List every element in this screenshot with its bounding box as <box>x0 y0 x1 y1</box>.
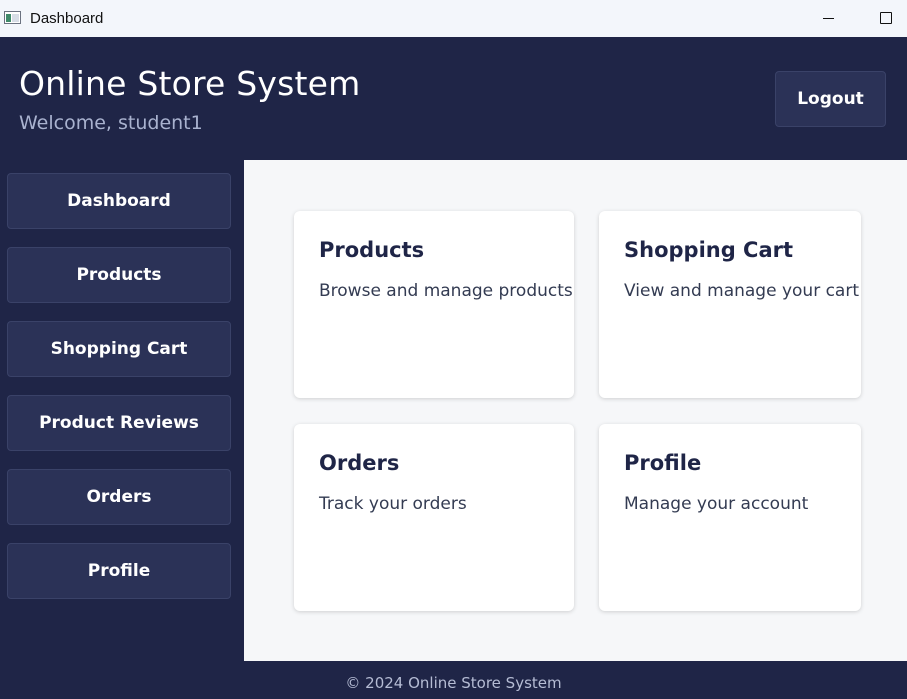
main-content: Products Browse and manage products Shop… <box>244 160 907 661</box>
welcome-message: Welcome, student1 <box>19 112 203 134</box>
card-orders[interactable]: Orders Track your orders <box>294 424 574 611</box>
card-products[interactable]: Products Browse and manage products <box>294 211 574 398</box>
card-description: Track your orders <box>319 494 467 514</box>
app-footer: © 2024 Online Store System <box>0 661 907 699</box>
sidebar-item-orders[interactable]: Orders <box>7 469 231 525</box>
sidebar-item-profile[interactable]: Profile <box>7 543 231 599</box>
card-title: Orders <box>319 451 400 475</box>
card-description: Manage your account <box>624 494 809 514</box>
card-title: Shopping Cart <box>624 238 794 262</box>
sidebar-item-products[interactable]: Products <box>7 247 231 303</box>
sidebar-item-dashboard[interactable]: Dashboard <box>7 173 231 229</box>
card-description: View and manage your cart <box>624 281 860 301</box>
footer-copyright: © 2024 Online Store System <box>345 674 562 692</box>
minimize-icon[interactable] <box>808 4 848 32</box>
maximize-icon[interactable] <box>866 4 906 32</box>
card-shopping-cart[interactable]: Shopping Cart View and manage your cart <box>599 211 861 398</box>
logout-button[interactable]: Logout <box>775 71 886 127</box>
app-title: Online Store System <box>19 64 361 103</box>
window-app-icon <box>4 11 21 24</box>
card-title: Products <box>319 238 425 262</box>
sidebar-item-shopping-cart[interactable]: Shopping Cart <box>7 321 231 377</box>
card-profile[interactable]: Profile Manage your account <box>599 424 861 611</box>
window-titlebar: Dashboard <box>0 0 907 37</box>
sidebar: Dashboard Products Shopping Cart Product… <box>0 160 244 661</box>
sidebar-item-product-reviews[interactable]: Product Reviews <box>7 395 231 451</box>
app-header: Online Store System Welcome, student1 Lo… <box>0 37 907 160</box>
card-title: Profile <box>624 451 702 475</box>
window-title: Dashboard <box>30 10 104 27</box>
card-description: Browse and manage products <box>319 281 573 301</box>
